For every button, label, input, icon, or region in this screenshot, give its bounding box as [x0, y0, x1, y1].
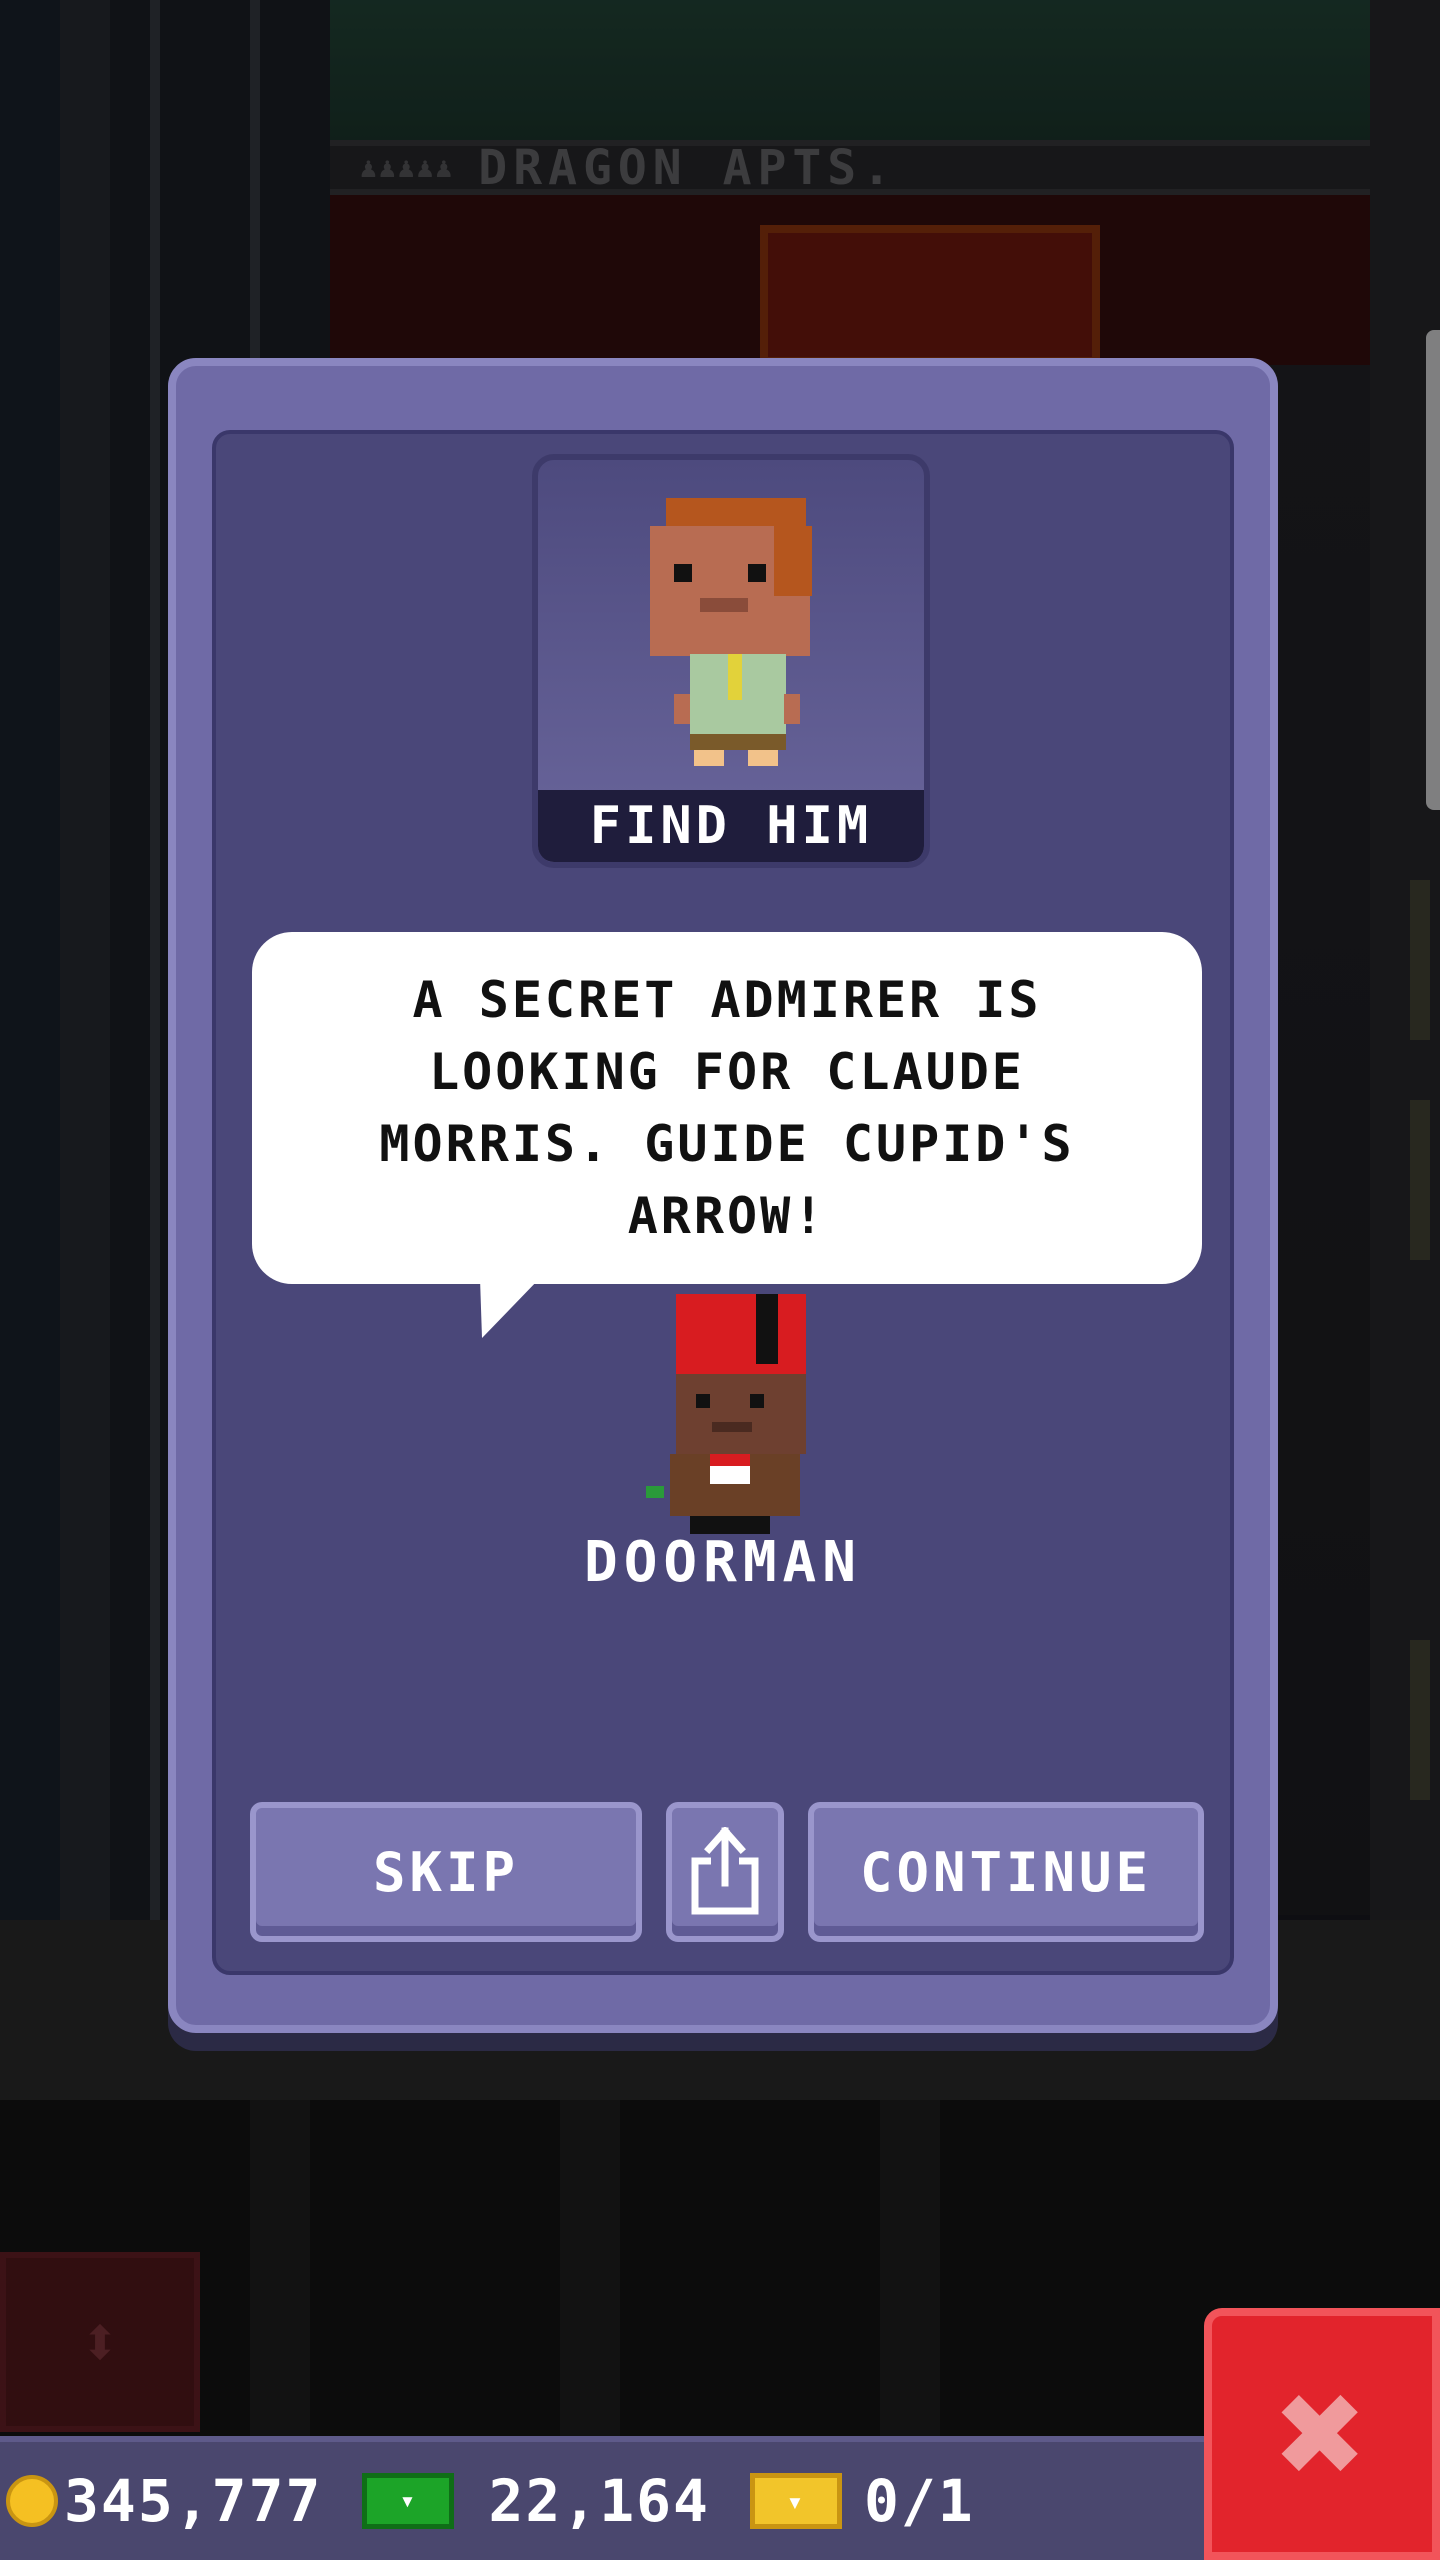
- coins-stat: 345,777: [6, 2467, 322, 2535]
- speech-bubble: A SECRET ADMIRER IS LOOKING FOR CLAUDE M…: [252, 932, 1202, 1284]
- mission-dialog: FIND HIM A SECRET ADMIRER IS LOOKING FOR…: [168, 358, 1278, 2033]
- bux-value: 22,164: [488, 2467, 710, 2535]
- target-portrait: FIND HIM: [532, 454, 930, 868]
- bux-stat: ▾ 22,164: [322, 2467, 710, 2535]
- mission-message: A SECRET ADMIRER IS LOOKING FOR CLAUDE M…: [379, 971, 1075, 1245]
- ticket-icon: ▾: [749, 2473, 842, 2529]
- claude-morris-sprite: [634, 498, 834, 768]
- bux-icon: ▾: [362, 2473, 455, 2529]
- tickets-value: 0/1: [863, 2467, 975, 2535]
- portrait-label: FIND HIM: [538, 790, 924, 862]
- doorman-sprite: [646, 1294, 806, 1534]
- coin-icon: [6, 2475, 58, 2527]
- close-icon: ✖: [1276, 2347, 1368, 2521]
- coins-value: 345,777: [64, 2467, 323, 2535]
- speaker-name: DOORMAN: [583, 1530, 862, 1595]
- share-button[interactable]: [666, 1802, 784, 1942]
- close-button[interactable]: ✖: [1204, 2308, 1440, 2560]
- skip-button[interactable]: SKIP: [250, 1802, 642, 1942]
- status-bar: 345,777 ▾ 22,164 ▾ 0/1: [0, 2436, 1204, 2560]
- continue-button[interactable]: CONTINUE: [808, 1802, 1204, 1942]
- tickets-stat: ▾ 0/1: [710, 2467, 975, 2535]
- share-icon: [691, 1827, 759, 1915]
